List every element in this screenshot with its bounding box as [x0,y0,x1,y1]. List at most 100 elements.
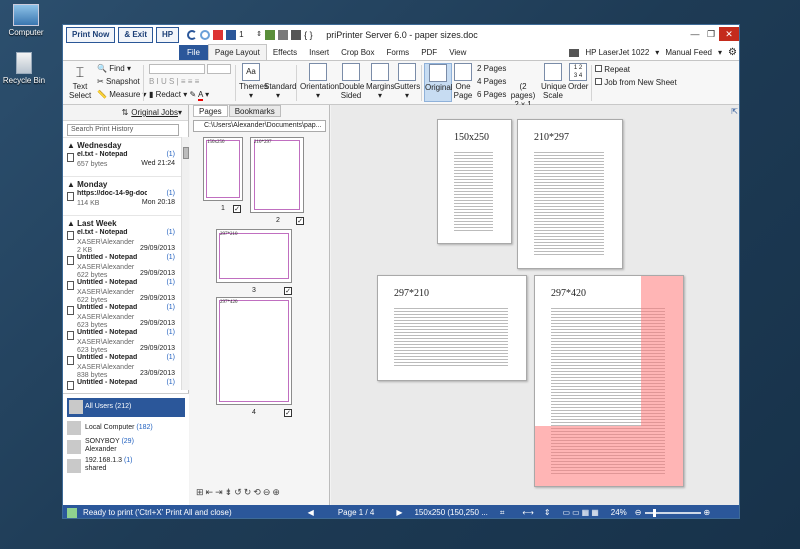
list-item[interactable]: el.txt - Notepad (1) XASER\Alexander 2 KB 29… [63,229,181,254]
undo-icon[interactable] [187,30,198,40]
zoom-in-icon[interactable]: ⊕ [704,508,711,517]
file-tab[interactable]: File [179,45,208,60]
page-2-checkbox[interactable]: ✓ [296,217,304,225]
list-item[interactable]: https://doc-14-9g-docs...(1)114 KBMon 20… [63,190,181,215]
search-input[interactable]: Search Print History [67,124,179,136]
page-thumbnail-3[interactable]: 297*210 [216,229,292,283]
list-item[interactable]: Untitled - Notepad (1) XASER\Alexander 838 … [63,354,181,379]
page-number-field[interactable]: 1 [239,30,253,40]
two-pages-button[interactable]: 2 Pages [477,64,506,74]
orientation-button[interactable]: Orientation ▾ [300,63,339,100]
user-sonyboy[interactable]: SONYBOY (29) Alexander [63,438,189,457]
print-now-button[interactable]: Print Now [66,27,116,43]
history-group-monday[interactable]: ▲ Monday [63,176,181,190]
move-page-icon[interactable]: ⇟ [225,487,233,498]
fit-width-icon[interactable]: ⟷ [522,508,533,517]
list-item[interactable]: Untitled - Notepad (1) XASER\Alexander 622 … [63,279,181,304]
rotate-right-icon[interactable]: ↻ [244,487,252,498]
exit-button[interactable]: & Exit [118,27,154,43]
tab-bookmarks[interactable]: Bookmarks [228,105,281,117]
tab-crop-box[interactable]: Crop Box [335,45,380,60]
desktop-icon-computer[interactable]: Computer [0,4,52,37]
zoom-out-icon[interactable]: ⊖ [635,508,642,517]
four-pages-button[interactable]: 4 Pages [477,77,506,87]
desktop-icon-recycle-bin[interactable]: Recycle Bin [0,52,50,85]
find-button[interactable]: 🔍 Find ▾ [97,64,131,74]
text-select-button[interactable]: ⌶ Text Select [69,63,91,100]
user-all-users[interactable]: All Users (212) [67,398,185,417]
unique-scale-button[interactable]: Unique Scale [541,63,566,100]
page-1-checkbox[interactable]: ✓ [233,205,241,213]
feed-dropdown[interactable]: Manual Feed [665,48,712,57]
history-group-last-week[interactable]: ▲ Last Week [63,215,181,229]
repeat-checkbox[interactable]: Repeat [595,65,630,75]
maximize-icon[interactable]: ❐ [703,27,719,41]
order-button[interactable]: 1 23 4 Order [568,63,588,91]
list-item[interactable]: Untitled - Notepad (1) XASER\Alexander 623 … [63,329,181,354]
list-item[interactable]: el.txt - Notepad (1) 657 bytes Wed 21:24 [63,151,181,176]
themes-button[interactable]: Aa Themes ▾ [239,63,268,100]
page-thumbnail-2[interactable]: 210*297 [250,137,304,213]
page-thumbnail-1[interactable]: 150x250 [203,137,243,201]
rotate-left-icon[interactable]: ↺ [234,487,242,498]
print-icon[interactable] [291,30,302,40]
document-page-3[interactable]: 297*210 [377,275,527,381]
next-icon[interactable]: ⇕ [256,30,262,40]
zoom-out-icon[interactable]: ⊖ [263,487,271,498]
user-local-computer[interactable]: Local Computer (182) [63,419,189,438]
crop-icon[interactable]: ⌗ [500,508,505,518]
prev-page-icon[interactable]: ◀ [308,508,314,517]
font-name-input[interactable] [149,64,205,74]
close-icon[interactable]: ✕ [719,27,739,41]
hp-button[interactable]: HP [156,27,180,43]
snapshot-button[interactable]: ✂ Snapshot [97,77,140,87]
document-page-4[interactable]: 297*420 [534,275,684,487]
six-pages-button[interactable]: 6 Pages [477,90,506,100]
tab-page-layout[interactable]: Page Layout [207,44,267,60]
list-item[interactable]: Untitled - Notepad (1) XASER\Alexander 622 … [63,254,181,279]
save-icon[interactable] [226,30,237,40]
standard-button[interactable]: Standard ▾ [264,63,296,100]
fit-page-icon[interactable]: ⇕ [544,508,551,517]
book-icon[interactable] [265,30,276,40]
original-jobs-button[interactable]: ⇅ Original Jobs ▾ [63,105,188,121]
tab-pdf[interactable]: PDF [415,45,443,60]
page-4-checkbox[interactable]: ✓ [284,409,292,417]
tab-effects[interactable]: Effects [267,45,303,60]
list-item[interactable]: Untitled - Notepad (1) XASER\Alexander 623 … [63,304,181,329]
history-group-wednesday[interactable]: ▲ Wednesday [63,137,181,151]
braces-icon[interactable]: { } [304,30,316,40]
chevron-down-icon[interactable]: ▾ [718,48,722,57]
list-item[interactable]: Untitled - Notepad (1) [63,379,181,390]
font-color-icon[interactable]: A [197,90,203,101]
tab-insert[interactable]: Insert [303,45,335,60]
redact-button[interactable]: ▮ Redact ▾ ✎ A ▾ [149,90,209,101]
remove-page-icon[interactable]: ⇥ [215,487,223,498]
next-page-icon[interactable]: ▶ [396,508,402,517]
highlight-icon[interactable]: ✎ [189,90,196,99]
pdf-icon[interactable] [213,30,224,40]
tab-view[interactable]: View [443,45,472,60]
original-button[interactable]: Original [424,63,453,102]
printer-dropdown[interactable]: HP LaserJet 1022 [585,48,649,57]
one-page-button[interactable]: One Page [453,63,473,100]
document-path[interactable]: C:\Users\Alexander\Documents\pap... [193,120,326,132]
measure-button[interactable]: 📏 Measure ▾ [97,90,147,100]
format-icons[interactable]: B I U S | ≡ ≡ ≡ [149,77,199,87]
zoom-in-icon[interactable]: ⊕ [272,487,280,498]
minimize-icon[interactable]: — [687,27,703,41]
tab-pages[interactable]: Pages [193,105,228,117]
add-page-icon[interactable]: ⊞ [196,487,204,498]
view-mode-icons[interactable]: ▭▭▦▦ [563,508,601,517]
tab-forms[interactable]: Forms [381,45,416,60]
page-thumbnail-4[interactable]: 297*420 [216,297,292,405]
document-page-1[interactable]: 150x250 [437,119,512,244]
chevron-down-icon[interactable]: ▾ [655,48,659,57]
page-3-checkbox[interactable]: ✓ [284,287,292,295]
margins-button[interactable]: Margins ▾ [366,63,394,100]
insert-page-icon[interactable]: ⇤ [206,487,214,498]
gutters-button[interactable]: Gutters ▾ [394,63,420,100]
expand-icon[interactable]: ⇱ [731,107,738,116]
document-viewer[interactable]: 150x250 210*297 297*210 297*420 ⇱ [331,105,739,505]
history-scrollbar[interactable] [181,137,189,390]
